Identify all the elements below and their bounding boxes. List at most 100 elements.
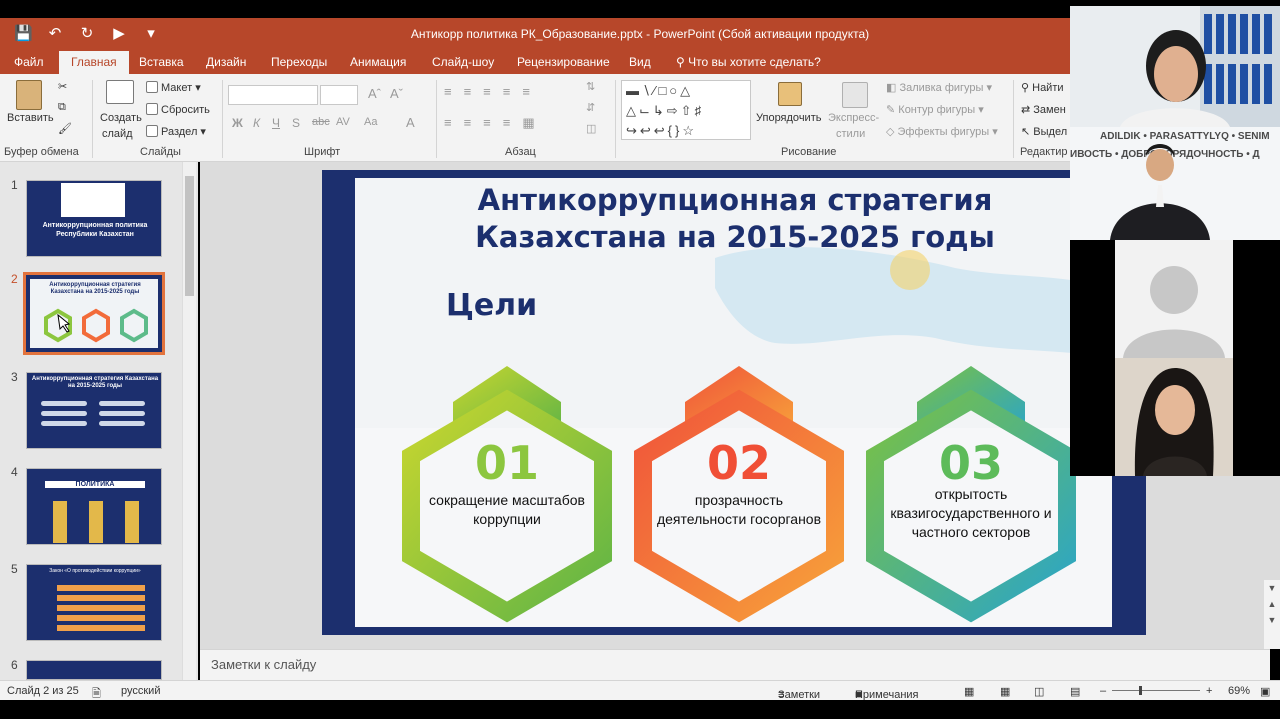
select-button[interactable]: ↖ Выдел (1021, 125, 1067, 138)
thumbnails-scrollbar[interactable] (182, 162, 196, 680)
shape-fill-button[interactable]: ◧ Заливка фигуры ▾ (886, 81, 992, 94)
font-color-button[interactable]: A (406, 115, 415, 130)
italic-button[interactable]: К (253, 116, 260, 130)
cut-icon[interactable]: ✂ (58, 80, 67, 93)
tab-design[interactable]: Дизайн (206, 55, 246, 69)
new-slide-icon[interactable] (106, 80, 134, 104)
slide-thumbnail[interactable]: ПОЛИТИКА (26, 468, 162, 545)
zoom-level[interactable]: 69% (1228, 685, 1250, 697)
goal-3-text[interactable]: открытость квазигосударственного и частн… (881, 485, 1061, 542)
video-participant-3[interactable] (1115, 240, 1233, 358)
editor-scroll-buttons[interactable]: ▼ ▲ ▼ (1264, 580, 1280, 649)
tab-animations[interactable]: Анимация (350, 55, 406, 69)
slide-thumbnail-selected[interactable]: Антикоррупционная стратегия Казахстана н… (23, 272, 165, 355)
section-label: Раздел (161, 126, 198, 138)
underline-button[interactable]: Ч (272, 116, 280, 130)
find-icon: ⚲ (1021, 82, 1033, 94)
thumb-bar (41, 421, 87, 426)
copy-icon[interactable]: ⧉ (58, 101, 66, 114)
shape-outline-button[interactable]: ✎ Контур фигуры ▾ (886, 103, 984, 116)
slideshow-view-icon[interactable]: ▤ (1070, 685, 1080, 698)
new-slide-button[interactable]: Создать (100, 112, 142, 124)
strikethrough-button[interactable]: abc (312, 116, 330, 128)
thumb-bar (57, 615, 145, 621)
goal-2-text[interactable]: прозрачность деятельности госорганов (649, 491, 829, 529)
format-painter-icon[interactable]: 🖌 (58, 122, 72, 135)
pen-icon: ✎ (886, 104, 899, 116)
shadow-button[interactable]: S (292, 116, 300, 130)
slide-thumbnails-panel: 1 Антикоррупционная политика Республики … (0, 162, 198, 680)
reading-view-icon[interactable]: ◫ (1034, 685, 1044, 698)
separator (615, 80, 616, 158)
align-text-icon[interactable]: ⇵ (586, 101, 595, 114)
tab-slideshow[interactable]: Слайд-шоу (432, 55, 494, 69)
tab-view[interactable]: Вид (629, 55, 651, 69)
zoom-in-icon[interactable]: + (1206, 685, 1212, 697)
tab-file[interactable]: Файл (14, 55, 44, 69)
list-buttons[interactable]: ≡≡≡≡≡ (444, 84, 542, 99)
quick-styles-button-line2[interactable]: стили (836, 128, 865, 140)
zoom-slider[interactable] (1112, 690, 1200, 691)
arrange-icon[interactable] (778, 82, 802, 106)
normal-view-icon[interactable]: ▦ (964, 685, 974, 698)
replace-button[interactable]: ⇄ Замен (1021, 103, 1066, 116)
fit-to-window-icon[interactable]: ▣ (1260, 685, 1270, 698)
slide-thumbnail[interactable]: Антикоррупционная политика Республики Ка… (26, 180, 162, 257)
quick-styles-button[interactable]: Экспресс- (828, 112, 879, 124)
tell-me-box[interactable]: ⚲ Что вы хотите сделать? (676, 55, 821, 69)
separator (222, 80, 223, 158)
tab-home[interactable]: Главная (59, 51, 129, 74)
thumb-bar (57, 625, 145, 631)
shapes-gallery[interactable]: ▬∖∕□○△ △⌙↳⇨⇧♯ ↪↩↩{}☆ (621, 80, 751, 140)
font-size-input[interactable] (320, 85, 358, 105)
video-participant-1[interactable] (1070, 6, 1280, 127)
tab-transitions[interactable]: Переходы (271, 55, 327, 69)
drawing-group-label: Рисование (781, 146, 837, 158)
paste-button[interactable]: Вставить (7, 112, 54, 124)
slide-thumbnail[interactable] (26, 660, 162, 680)
arrange-button[interactable]: Упорядочить (756, 112, 821, 124)
language-indicator[interactable]: русский (121, 685, 160, 697)
section-button[interactable]: Раздел ▾ (146, 125, 206, 138)
tab-insert[interactable]: Вставка (139, 55, 184, 69)
reset-button[interactable]: Сбросить (146, 103, 210, 116)
goal-2-number[interactable]: 02 (659, 436, 819, 490)
goal-1-number[interactable]: 01 (427, 436, 587, 490)
find-button[interactable]: ⚲ Найти (1021, 81, 1064, 94)
layout-button[interactable]: Макет ▾ (146, 81, 201, 94)
text-direction-icon[interactable]: ⇅ (586, 80, 595, 93)
thumb-number: 5 (11, 562, 18, 576)
notes-pane[interactable]: Заметки к слайду (200, 649, 1270, 680)
zoom-out-icon[interactable]: – (1100, 685, 1106, 697)
tab-review[interactable]: Рецензирование (517, 55, 610, 69)
thumb-number: 6 (11, 658, 18, 672)
paste-icon[interactable] (16, 80, 42, 110)
goal-3-number[interactable]: 03 (891, 436, 1051, 490)
goal-1-text[interactable]: сокращение масштабов коррупции (417, 491, 597, 529)
align-buttons[interactable]: ≡≡≡≡▦ (444, 115, 547, 131)
slide-canvas[interactable]: Антикоррупционная стратегия Казахстана н… (355, 178, 1112, 627)
slide-thumbnail[interactable]: Закон «О противодействии коррупции» (26, 564, 162, 641)
change-case-button[interactable]: Aa (364, 116, 377, 128)
quick-styles-icon[interactable] (842, 82, 868, 108)
slides-group-label: Слайды (140, 146, 181, 158)
smartart-icon[interactable]: ◫ (586, 122, 596, 135)
scrollbar-thumb[interactable] (185, 176, 194, 296)
new-slide-button-line2[interactable]: слайд (102, 128, 133, 140)
grow-font-icon[interactable]: Aˆ (368, 86, 381, 101)
video-participant-4[interactable] (1115, 358, 1233, 476)
video-gap (1233, 240, 1280, 476)
thumb-bar (57, 595, 145, 601)
shrink-font-icon[interactable]: Aˇ (390, 86, 403, 101)
zoom-slider-handle[interactable] (1139, 686, 1142, 695)
font-name-input[interactable] (228, 85, 318, 105)
person-avatar (1120, 30, 1230, 127)
reset-label: Сбросить (161, 104, 210, 116)
bold-button[interactable]: Ж (232, 116, 243, 130)
slide-sorter-icon[interactable]: ▦ (1000, 685, 1010, 698)
char-spacing-button[interactable]: AV (336, 116, 350, 128)
slide-thumbnail[interactable]: Антикоррупционная стратегия Казахстана н… (26, 372, 162, 449)
video-participant-2[interactable]: ADILDIK • PARASATTYLYQ • SENIM ИВОСТЬ • … (1070, 127, 1280, 240)
slide-counter: Слайд 2 из 25 (7, 685, 79, 697)
shape-effects-button[interactable]: ◇ Эффекты фигуры ▾ (886, 125, 998, 138)
